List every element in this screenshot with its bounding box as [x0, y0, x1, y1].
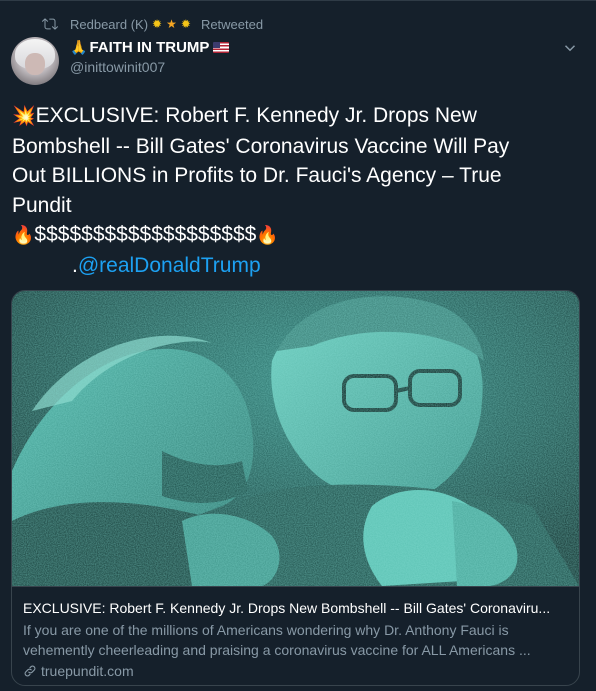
tweet-line-2: Bombshell -- Bill Gates' Coronavirus Vac… [12, 134, 510, 158]
card-title[interactable]: EXCLUSIVE: Robert F. Kennedy Jr. Drops N… [23, 598, 568, 618]
dollar-signs: $$$$$$$$$$$$$$$$$$$ [34, 223, 257, 246]
fire-icon: 🔥 [12, 225, 35, 245]
card-photo [12, 291, 579, 586]
retweet-icon [42, 18, 58, 30]
mention-link[interactable]: @realDonaldTrump [78, 254, 261, 277]
link-card[interactable]: EXCLUSIVE: Robert F. Kennedy Jr. Drops N… [11, 290, 580, 686]
retweeter-name[interactable]: Redbeard (K) [70, 17, 148, 32]
tweet-text: 💥EXCLUSIVE: Robert F. Kennedy Jr. Drops … [12, 101, 584, 280]
us-flag-icon [213, 42, 230, 53]
card-body[interactable]: EXCLUSIVE: Robert F. Kennedy Jr. Drops N… [12, 586, 579, 685]
card-description: If you are one of the millions of Americ… [23, 622, 531, 658]
sun-icon: ✹ [180, 17, 191, 31]
author-name[interactable]: 🙏 FAITH IN TRUMP [70, 39, 230, 56]
tweet-line-4: Pundit [12, 193, 72, 217]
tweet-line-3: Out BILLIONS in Profits to Dr. Fauci's A… [12, 164, 502, 187]
card-image[interactable] [12, 291, 579, 586]
retweeted-label: Retweeted [200, 16, 264, 32]
card-domain[interactable]: truepundit.com [23, 661, 568, 681]
tweet[interactable]: Redbeard (K) ✹ ★ ✹ Retweeted 🙏 FAITH IN … [0, 0, 596, 691]
sun-icon: ✹ [152, 17, 163, 31]
fire-icon: 🔥 [256, 225, 279, 245]
pray-icon: 🙏 [70, 39, 88, 55]
collision-icon: 💥 [12, 106, 36, 127]
star-icon: ★ [166, 17, 177, 31]
retweet-context: Redbeard (K) ✹ ★ ✹ Retweeted [42, 15, 263, 33]
avatar[interactable] [11, 37, 59, 85]
display-name[interactable]: FAITH IN TRUMP [89, 39, 209, 56]
card-domain-text[interactable]: truepundit.com [41, 661, 134, 681]
tweet-line-1: EXCLUSIVE: Robert F. Kennedy Jr. Drops N… [35, 104, 477, 127]
chevron-down-icon[interactable] [561, 39, 579, 57]
author-handle[interactable]: @inittowinit007 [70, 59, 165, 75]
link-icon [24, 665, 36, 677]
